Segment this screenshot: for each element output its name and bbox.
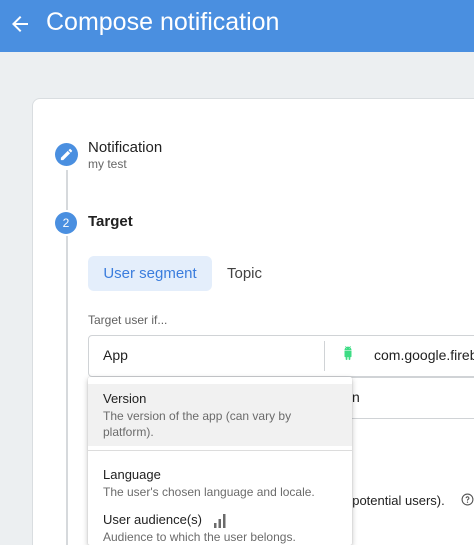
- target-condition-label: Target user if...: [88, 313, 168, 327]
- step-target-title: Target: [88, 213, 133, 230]
- app-id-select[interactable]: com.google.fireb: [374, 347, 474, 363]
- menu-item-title: User audience(s): [103, 512, 202, 527]
- arrow-back-icon[interactable]: [8, 12, 32, 36]
- menu-divider: [88, 450, 352, 451]
- criteria-dropdown-menu: Version The version of the app (can vary…: [88, 377, 352, 545]
- menu-item-description: Audience to which the user belongs.: [103, 530, 296, 544]
- menu-item-description: The user's chosen language and locale.: [103, 485, 315, 499]
- step-target-number: 2: [55, 212, 77, 234]
- menu-item-title: Language: [103, 467, 161, 482]
- step-notification-summary: my test: [88, 157, 127, 171]
- pencil-icon: [60, 148, 73, 161]
- reach-estimate: f potential users).: [345, 493, 445, 508]
- bars-icon: [214, 514, 226, 528]
- stepper-connector: [66, 170, 68, 210]
- menu-item-language[interactable]: Language The user's chosen language and …: [88, 461, 352, 501]
- app-header: Compose notification: [0, 0, 474, 52]
- menu-item-description: The version of the app (can vary by plat…: [103, 409, 292, 439]
- field-divider: [324, 341, 325, 371]
- stepper-connector: [66, 236, 68, 545]
- help-icon[interactable]: [461, 493, 474, 506]
- step-notification-title[interactable]: Notification: [88, 139, 162, 156]
- criteria-select[interactable]: App: [103, 347, 128, 363]
- row2-value: n: [352, 389, 360, 405]
- tab-topic[interactable]: Topic: [227, 256, 262, 291]
- android-icon: [344, 346, 352, 360]
- menu-item-version[interactable]: Version The version of the app (can vary…: [88, 384, 352, 446]
- step-notification-indicator[interactable]: [55, 143, 78, 166]
- tab-user-segment[interactable]: User segment: [88, 256, 212, 291]
- page-title: Compose notification: [46, 8, 280, 36]
- menu-item-title: Version: [103, 391, 147, 406]
